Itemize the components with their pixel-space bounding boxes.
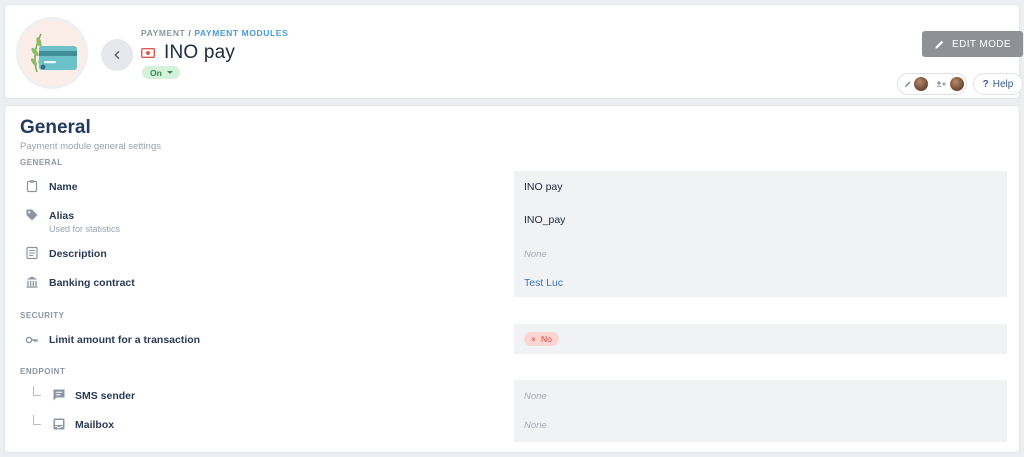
limit-amount-badge: × No [524, 332, 559, 346]
credit-card-illustration-icon [30, 33, 77, 73]
group-label-endpoint: ENDPOINT [20, 367, 66, 376]
breadcrumb-parent[interactable]: PAYMENT [141, 28, 185, 38]
group-label-security: SECURITY [20, 311, 65, 320]
help-button[interactable]: ? Help [973, 73, 1023, 95]
user-plus-icon [936, 81, 946, 88]
title-row: INO pay [141, 42, 235, 64]
field-label-alias: Alias [49, 210, 75, 222]
key-icon [25, 336, 38, 344]
field-value-name: INO pay [524, 181, 563, 193]
inbox-icon [53, 418, 65, 430]
pencil-icon [935, 40, 944, 48]
endpoint-values-panel [514, 380, 1007, 442]
pencil-small-icon [905, 81, 911, 87]
back-button[interactable] [101, 39, 133, 71]
editor-avatar [914, 77, 928, 91]
status-label: On [150, 67, 162, 78]
section-title: General [20, 117, 91, 138]
breadcrumb-separator: / [188, 28, 192, 38]
owner-avatar [950, 77, 964, 91]
field-label-limit-amount: Limit amount for a transaction [49, 334, 201, 346]
section-subtitle: Payment module general settings [20, 141, 161, 152]
field-value-mailbox: None [524, 420, 547, 431]
general-values-panel [514, 171, 1007, 297]
banking-contract-link[interactable]: Test Luc [524, 277, 563, 289]
module-header: PAYMENT / PAYMENT MODULES INO pay On EDIT … [4, 4, 1023, 99]
security-values-panel [514, 324, 1007, 354]
clipboard-icon [26, 180, 38, 193]
edit-mode-button[interactable]: EDIT MODE [922, 31, 1023, 57]
tree-branch [33, 386, 41, 396]
contributors-pill[interactable] [897, 73, 967, 95]
field-label-description: Description [49, 248, 107, 260]
tag-icon [26, 209, 38, 221]
field-value-alias: INO_pay [524, 214, 566, 226]
page-title: INO pay [164, 42, 236, 63]
general-settings-card: General Payment module general settings … [4, 105, 1020, 453]
status-dropdown[interactable]: On [142, 66, 180, 79]
money-icon [141, 48, 155, 58]
field-label-name: Name [49, 181, 78, 193]
payment-module-logo [16, 17, 88, 89]
limit-amount-value: No [540, 334, 552, 344]
field-label-banking-contract: Banking contract [49, 277, 135, 289]
caret-down-icon [166, 71, 173, 74]
field-value-description: None [524, 249, 547, 260]
field-label-sms-sender: SMS sender [75, 390, 136, 402]
document-icon [26, 246, 38, 260]
tree-branch [33, 415, 41, 425]
bank-icon [26, 276, 38, 288]
close-icon: × [531, 334, 536, 344]
help-label: Help [992, 78, 1014, 90]
breadcrumb: PAYMENT / PAYMENT MODULES [141, 28, 288, 38]
message-icon [53, 389, 65, 401]
field-label-mailbox: Mailbox [75, 419, 115, 431]
edit-mode-label: EDIT MODE [952, 38, 1011, 50]
breadcrumb-current[interactable]: PAYMENT MODULES [194, 28, 288, 38]
field-value-sms-sender: None [524, 391, 547, 402]
group-label-general: GENERAL [20, 158, 63, 167]
chevron-left-icon [114, 51, 120, 59]
question-mark-icon: ? [982, 78, 989, 90]
field-sublabel-alias: Used for statistics [49, 224, 121, 234]
